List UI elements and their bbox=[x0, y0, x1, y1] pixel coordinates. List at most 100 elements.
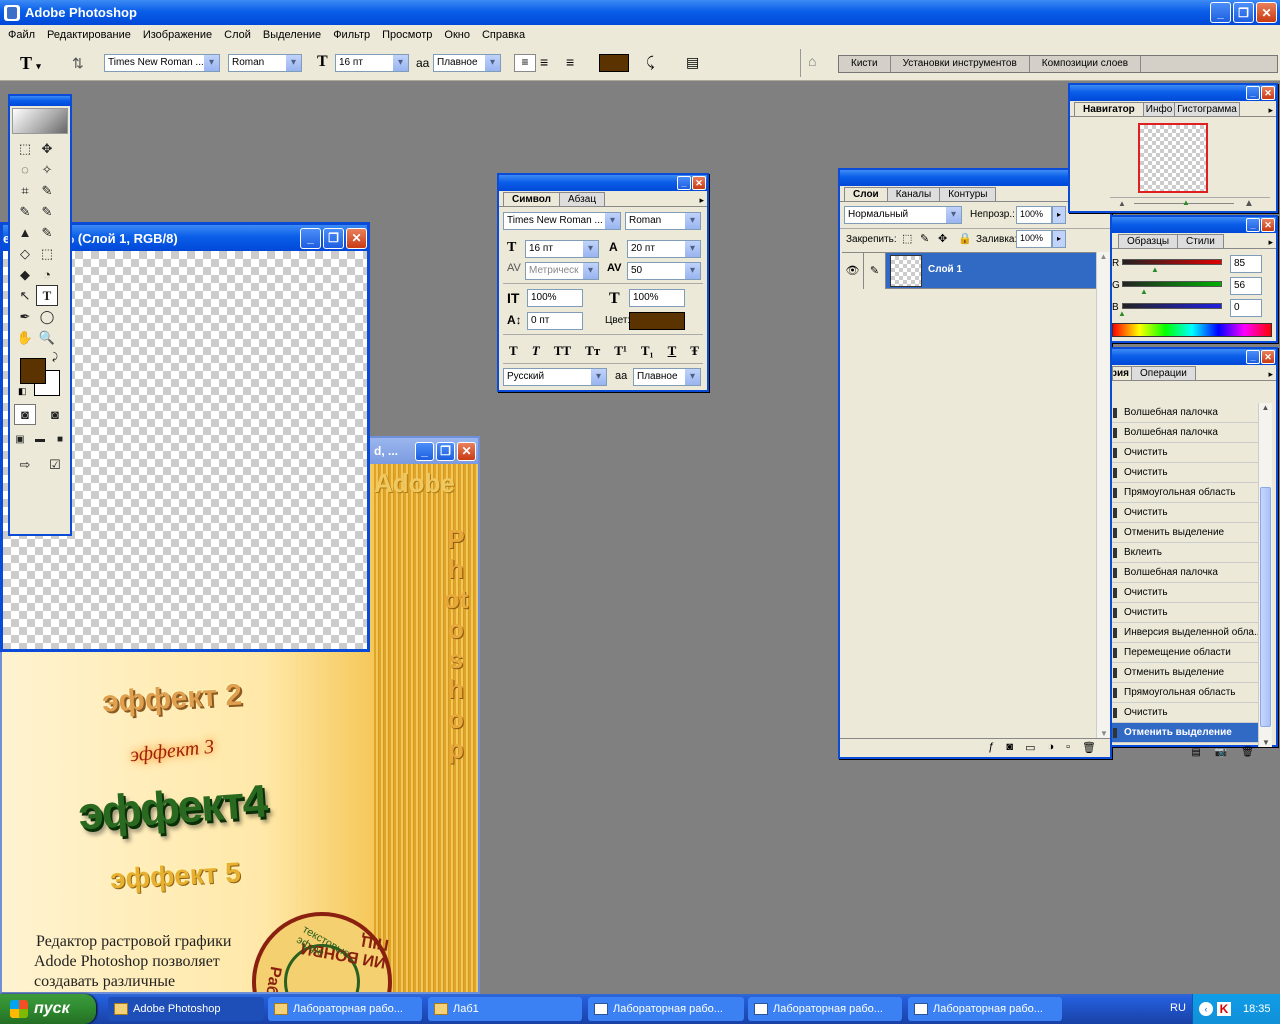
screen-mode-full-icon[interactable]: ■ bbox=[50, 429, 70, 450]
channel-slider[interactable] bbox=[1122, 281, 1222, 287]
navigator-titlebar[interactable]: _ ✕ bbox=[1070, 85, 1276, 101]
screen-mode-standard-icon[interactable]: ▣ bbox=[10, 429, 30, 450]
align-center-icon[interactable]: ≡ bbox=[540, 54, 548, 70]
character-close-button[interactable]: ✕ bbox=[692, 176, 706, 190]
doc2-maximize-button[interactable]: ❐ bbox=[436, 441, 455, 461]
default-colors-icon[interactable]: ◧ bbox=[18, 386, 27, 397]
character-minimize-button[interactable]: _ bbox=[677, 176, 691, 190]
gradient-tool-icon[interactable]: ⬚ bbox=[36, 243, 58, 264]
history-state[interactable]: Отменить выделение bbox=[1112, 663, 1258, 683]
menu-file[interactable]: Файл bbox=[2, 29, 41, 41]
character-palette-titlebar[interactable]: _ ✕ bbox=[499, 175, 707, 191]
dodge-tool-icon[interactable]: ◔ bbox=[36, 264, 58, 285]
well-tab-tool-presets[interactable]: Установки инструментов bbox=[891, 56, 1030, 72]
check-icon[interactable]: ☑ bbox=[44, 454, 66, 475]
menu-edit[interactable]: Редактирование bbox=[41, 29, 137, 41]
menu-image[interactable]: Изображение bbox=[137, 29, 218, 41]
history-menu-icon[interactable]: ▸ bbox=[1268, 369, 1276, 380]
text-orientation-icon[interactable]: ⇅ bbox=[72, 55, 84, 72]
zoom-tool-icon[interactable]: 🔍 bbox=[36, 327, 58, 348]
zoom-slider-thumb[interactable]: ▲ bbox=[1182, 198, 1190, 207]
well-tab-brushes[interactable]: Кисти bbox=[839, 56, 891, 72]
doc2-minimize-button[interactable]: _ bbox=[415, 441, 434, 461]
history-state[interactable]: Очистить bbox=[1112, 463, 1258, 483]
antialias-select[interactable]: Плавное bbox=[433, 54, 501, 72]
tab-layers[interactable]: Слои bbox=[844, 187, 888, 201]
menu-filter[interactable]: Фильтр bbox=[327, 29, 376, 41]
history-scrollbar[interactable]: ▲ ▼ bbox=[1258, 403, 1272, 747]
new-document-from-state-icon[interactable]: ▤ bbox=[1191, 747, 1200, 761]
history-state[interactable]: Очистить bbox=[1112, 583, 1258, 603]
opacity-field[interactable]: 100% bbox=[1016, 206, 1052, 224]
toolbox-titlebar[interactable] bbox=[10, 96, 70, 106]
taskbar-item-folder[interactable]: Лабораторная рабо... bbox=[268, 997, 422, 1021]
snapshot-icon[interactable]: 📷 bbox=[1215, 747, 1227, 761]
layer-row[interactable]: 👁 ✎ Слой 1 bbox=[842, 253, 1096, 289]
history-state[interactable]: Отменить выделение bbox=[1112, 523, 1258, 543]
adjustment-layer-icon[interactable]: ◑ bbox=[1047, 741, 1054, 756]
tab-info[interactable]: Инфо bbox=[1142, 102, 1176, 116]
history-state[interactable]: Вклеить bbox=[1112, 543, 1258, 563]
opacity-slider-button[interactable]: ▸ bbox=[1052, 206, 1066, 224]
close-button[interactable]: ✕ bbox=[1256, 2, 1277, 23]
align-right-icon[interactable]: ≡ bbox=[566, 54, 574, 70]
char-antialias-select[interactable]: Плавное bbox=[633, 368, 701, 386]
feather-logo[interactable] bbox=[12, 108, 68, 134]
layer-style-icon[interactable]: ƒ bbox=[988, 741, 994, 756]
color-close-button[interactable]: ✕ bbox=[1261, 218, 1275, 232]
foreground-color-swatch[interactable] bbox=[20, 358, 46, 384]
start-button[interactable]: пуск bbox=[0, 994, 96, 1024]
crop-tool-icon[interactable]: ⌗ bbox=[14, 180, 36, 201]
layer-name[interactable]: Слой 1 bbox=[928, 264, 962, 275]
doc1-maximize-button[interactable]: ❐ bbox=[323, 227, 344, 249]
doc2-close-button[interactable]: ✕ bbox=[457, 441, 476, 461]
zoom-in-icon[interactable]: ▲ bbox=[1244, 198, 1254, 209]
color-palette-titlebar[interactable]: _ ✕ bbox=[1112, 217, 1276, 233]
menu-view[interactable]: Просмотр bbox=[376, 29, 438, 41]
color-menu-icon[interactable]: ▸ bbox=[1268, 237, 1276, 248]
minimize-button[interactable]: _ bbox=[1210, 2, 1231, 23]
tab-paths[interactable]: Контуры bbox=[939, 187, 997, 201]
char-font-style-select[interactable]: Roman bbox=[625, 212, 701, 230]
char-vscale-field[interactable]: 100% bbox=[527, 289, 583, 307]
color-spectrum[interactable] bbox=[1112, 323, 1272, 337]
char-font-family-select[interactable]: Times New Roman ... bbox=[503, 212, 621, 230]
brush-tool-icon[interactable]: ✎ bbox=[36, 201, 58, 222]
stamp-tool-icon[interactable]: ▲ bbox=[14, 222, 36, 243]
strikethrough-button[interactable]: Ŧ bbox=[690, 343, 699, 359]
tab-swatches[interactable]: Образцы bbox=[1118, 234, 1179, 248]
char-tracking-select[interactable]: 50 bbox=[627, 262, 701, 280]
char-baseline-field[interactable]: 0 пт bbox=[527, 312, 583, 330]
char-leading-select[interactable]: 20 пт bbox=[627, 240, 701, 258]
history-state[interactable]: Волшебная палочка bbox=[1112, 403, 1258, 423]
tab-paragraph[interactable]: Абзац bbox=[559, 192, 606, 206]
subscript-button[interactable]: T₁ bbox=[641, 343, 654, 359]
history-state[interactable]: Очистить bbox=[1112, 603, 1258, 623]
navigator-preview[interactable] bbox=[1138, 123, 1208, 193]
history-state[interactable]: Перемещение области bbox=[1112, 643, 1258, 663]
tab-channels[interactable]: Каналы bbox=[886, 187, 941, 201]
superscript-button[interactable]: T¹ bbox=[614, 343, 627, 359]
tray-expand-icon[interactable]: ‹ bbox=[1199, 1002, 1213, 1016]
eraser-tool-icon[interactable]: ◇ bbox=[14, 243, 36, 264]
color-minimize-button[interactable]: _ bbox=[1246, 218, 1260, 232]
lock-transparent-icon[interactable]: ⬚ bbox=[902, 232, 912, 245]
history-state[interactable]: Прямоугольная область bbox=[1112, 483, 1258, 503]
lock-all-icon[interactable]: 🔒 bbox=[958, 232, 972, 245]
maximize-button[interactable]: ❐ bbox=[1233, 2, 1254, 23]
history-minimize-button[interactable]: _ bbox=[1246, 350, 1260, 364]
channel-slider-thumb[interactable]: ▲ bbox=[1151, 265, 1159, 274]
layer-mask-icon[interactable]: ◙ bbox=[1006, 741, 1013, 756]
history-titlebar[interactable]: _ ✕ bbox=[1112, 349, 1276, 365]
antivirus-tray-icon[interactable]: K bbox=[1217, 1002, 1231, 1016]
font-size-select[interactable]: 16 пт bbox=[335, 54, 409, 72]
char-size-select[interactable]: 16 пт bbox=[525, 240, 599, 258]
slice-tool-icon[interactable]: ✎ bbox=[36, 180, 58, 201]
history-state[interactable]: Волшебная палочка bbox=[1112, 563, 1258, 583]
navigator-close-button[interactable]: ✕ bbox=[1261, 86, 1275, 100]
font-style-select[interactable]: Roman bbox=[228, 54, 302, 72]
channel-slider-thumb[interactable]: ▲ bbox=[1140, 287, 1148, 296]
history-brush-tool-icon[interactable]: ✎ bbox=[36, 222, 58, 243]
history-state[interactable]: Очистить bbox=[1112, 443, 1258, 463]
menu-layer[interactable]: Слой bbox=[218, 29, 257, 41]
